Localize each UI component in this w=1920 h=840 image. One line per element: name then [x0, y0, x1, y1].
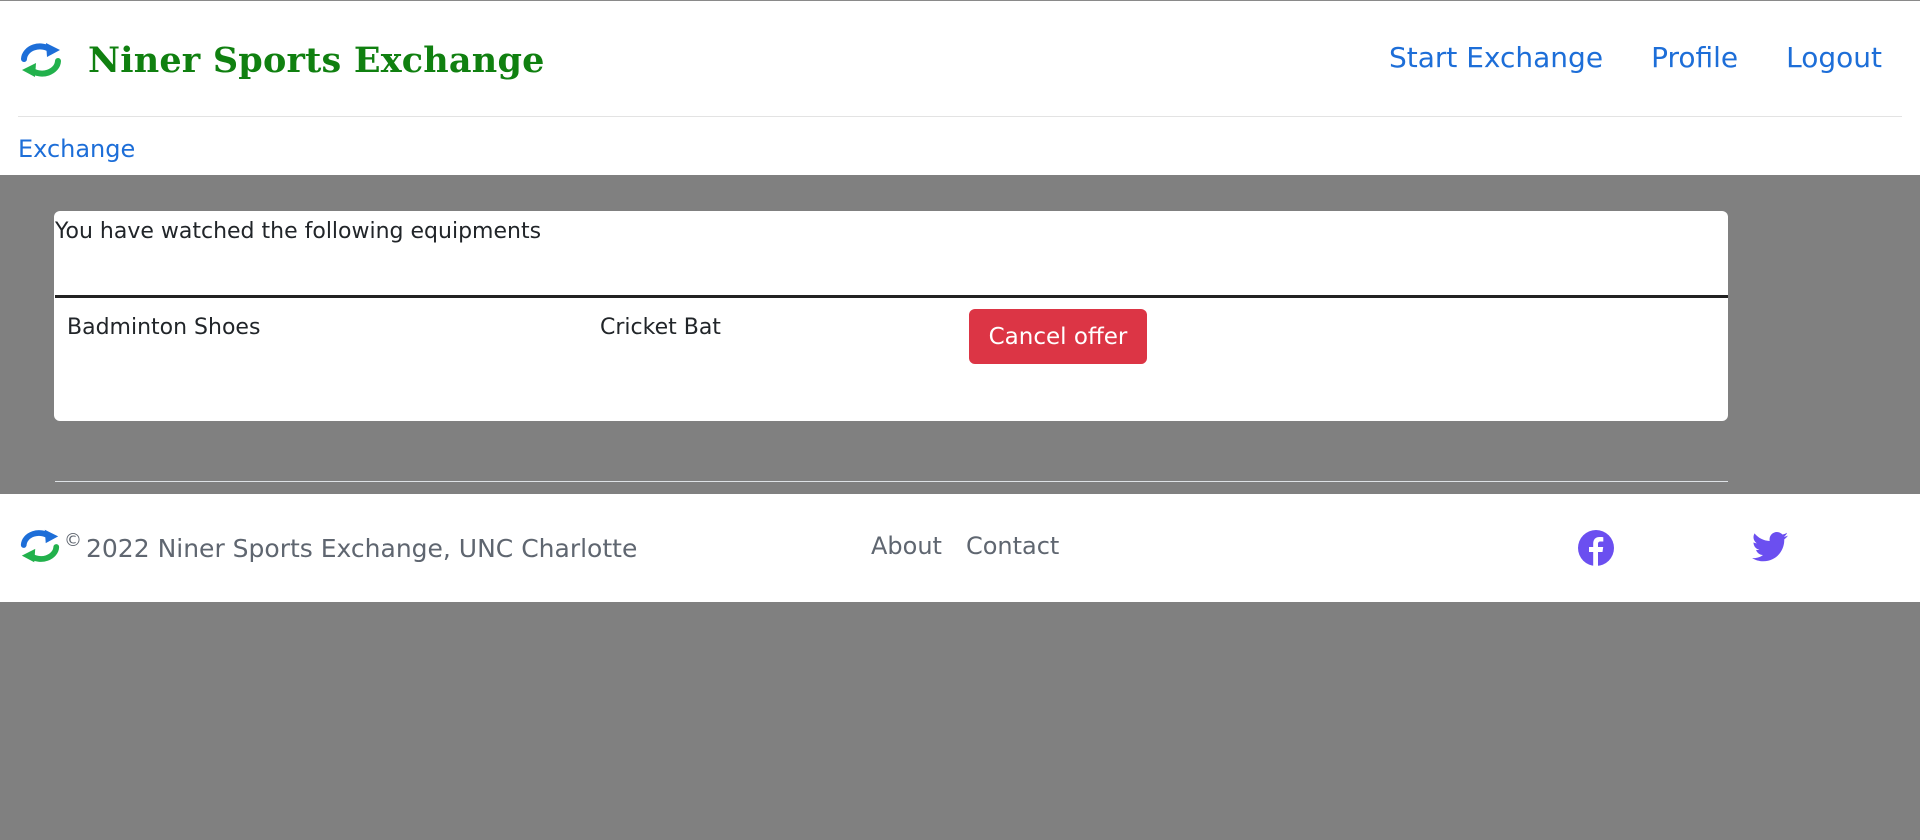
nav-start-exchange[interactable]: Start Exchange [1389, 41, 1603, 74]
item-name: Badminton Shoes [67, 315, 261, 340]
top-nav: Start Exchange Profile Logout [1341, 41, 1882, 74]
nav-logout[interactable]: Logout [1786, 41, 1882, 74]
footer-copyright: 2022 Niner Sports Exchange, UNC Charlott… [86, 533, 638, 563]
watched-equipment-card: You have watched the following equipment… [54, 211, 1728, 482]
breadcrumb-exchange[interactable]: Exchange [18, 135, 135, 163]
facebook-icon[interactable] [1578, 530, 1614, 570]
footer-links: About Contact [871, 532, 1083, 560]
site-header: Niner Sports Exchange Start Exchange Pro… [0, 1, 1920, 175]
site-footer: © 2022 Niner Sports Exchange, UNC Charlo… [0, 494, 1920, 602]
cancel-offer-button[interactable]: Cancel offer [969, 309, 1147, 364]
footer-link-contact[interactable]: Contact [966, 532, 1059, 560]
twitter-icon[interactable] [1752, 532, 1788, 566]
item-category: Cricket Bat [600, 315, 721, 340]
row-divider [55, 481, 1728, 482]
header-divider [18, 116, 1902, 117]
footer-brand: © 2022 Niner Sports Exchange, UNC Charlo… [18, 527, 637, 569]
exchange-arrows-icon [18, 526, 62, 570]
table-row: Badminton Shoes Cricket Bat Cancel offer [54, 298, 1728, 482]
footer-link-about[interactable]: About [871, 532, 942, 560]
brand-title[interactable]: Niner Sports Exchange [88, 40, 545, 81]
nav-profile[interactable]: Profile [1651, 41, 1738, 74]
card-heading: You have watched the following equipment… [55, 219, 542, 244]
brand[interactable]: Niner Sports Exchange [18, 37, 545, 83]
exchange-arrows-icon [18, 40, 64, 80]
copyright-symbol: © [64, 529, 82, 551]
